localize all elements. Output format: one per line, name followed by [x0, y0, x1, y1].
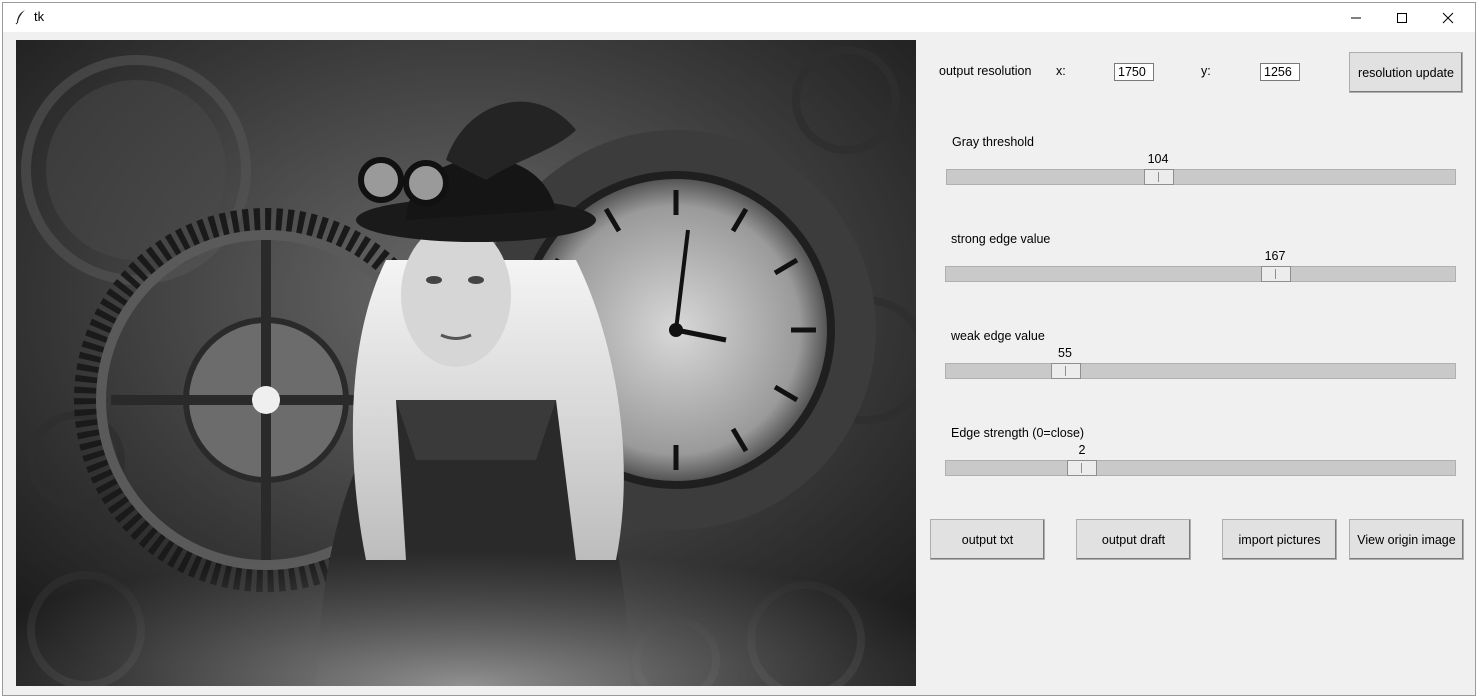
close-button[interactable] [1425, 3, 1471, 32]
strong-edge-thumb[interactable] [1261, 266, 1291, 282]
resolution-y-label: y: [1201, 64, 1211, 78]
resolution-x-label: x: [1056, 64, 1066, 78]
view-origin-image-button[interactable]: View origin image [1349, 519, 1464, 560]
gray-threshold-slider[interactable] [946, 169, 1456, 185]
resolution-x-input[interactable] [1114, 63, 1154, 81]
strong-edge-slider[interactable] [945, 266, 1456, 282]
output-txt-button[interactable]: output txt [930, 519, 1045, 560]
window-title: tk [34, 9, 45, 24]
weak-edge-slider[interactable] [945, 363, 1456, 379]
gray-threshold-thumb[interactable] [1144, 169, 1174, 185]
title-bar: tk [3, 3, 1475, 32]
gray-threshold-value: 104 [1147, 152, 1169, 166]
gray-threshold-label: Gray threshold [952, 135, 1034, 149]
image-preview [16, 40, 916, 686]
edge-strength-label: Edge strength (0=close) [951, 426, 1085, 440]
minimize-button[interactable] [1333, 3, 1379, 32]
maximize-button[interactable] [1379, 3, 1425, 32]
edge-strength-thumb[interactable] [1067, 460, 1097, 476]
feather-icon [13, 9, 29, 25]
strong-edge-label: strong edge value [951, 232, 1051, 246]
edge-strength-slider[interactable] [945, 460, 1456, 476]
close-icon [1442, 12, 1454, 24]
weak-edge-value: 55 [1058, 346, 1072, 360]
maximize-icon [1397, 13, 1407, 23]
strong-edge-value: 167 [1264, 249, 1286, 263]
resolution-update-button[interactable]: resolution update [1349, 52, 1463, 93]
weak-edge-label: weak edge value [951, 329, 1045, 343]
weak-edge-thumb[interactable] [1051, 363, 1081, 379]
minimize-icon [1351, 17, 1361, 19]
output-resolution-label: output resolution [939, 64, 1032, 78]
edge-strength-value: 2 [1078, 443, 1086, 457]
resolution-y-input[interactable] [1260, 63, 1300, 81]
app-window: tk output resolution x: 1750 y: 1256 res… [2, 2, 1476, 696]
import-pictures-button[interactable]: import pictures [1222, 519, 1337, 560]
output-draft-button[interactable]: output draft [1076, 519, 1191, 560]
preview-picture [16, 40, 916, 686]
